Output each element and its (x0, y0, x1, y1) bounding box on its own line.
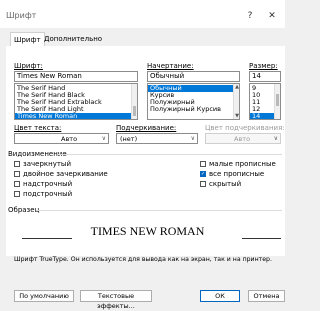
size-input[interactable]: 14 (249, 71, 281, 82)
size-label: Размер: (249, 62, 278, 70)
preview-box: TIMES NEW ROMAN (14, 217, 281, 247)
scroll-up-icon[interactable]: ▲ (234, 84, 239, 90)
tab-font-label: Шрифт (14, 36, 41, 44)
font-list-scroll-thumb[interactable] (133, 106, 136, 116)
hidden-label: скрытый (209, 180, 242, 188)
strikethrough-checkbox[interactable] (14, 161, 20, 167)
preview-text: TIMES NEW ROMAN (90, 224, 205, 238)
chevron-down-icon: ∨ (273, 135, 278, 142)
size-list[interactable]: 9 10 11 12 14 (249, 83, 281, 120)
preview-group-label: Образец (8, 206, 40, 214)
effects-divider (58, 154, 282, 155)
chevron-down-icon: ∨ (190, 135, 195, 142)
chevron-down-icon: ∨ (101, 135, 106, 142)
text-color-label: Цвет текста: (14, 124, 62, 132)
font-label: Шрифт: (14, 62, 43, 70)
set-default-button[interactable]: По умолчанию (14, 290, 74, 302)
style-label: Начертание: (147, 62, 194, 70)
underline-color-label: Цвет подчеркивания: (205, 124, 285, 132)
double-strikethrough-checkbox[interactable] (14, 171, 20, 177)
superscript-checkbox[interactable] (14, 181, 20, 187)
help-button[interactable]: ? (240, 8, 260, 24)
subscript-checkbox[interactable] (14, 191, 20, 197)
double-strikethrough-label: двойное зачеркивание (23, 170, 108, 178)
tab-font[interactable]: Шрифт (10, 32, 45, 47)
font-list-scrollbar[interactable] (131, 84, 137, 119)
font-list[interactable]: The Serif Hand The Serif Hand Black The … (14, 83, 138, 120)
underline-label: Подчеркивание: (116, 124, 177, 132)
size-list-scroll-thumb[interactable] (276, 94, 279, 106)
preview-note: Шрифт TrueType. Он используется для выво… (14, 256, 272, 263)
tab-advanced[interactable]: Дополнительно (44, 32, 102, 46)
style-list-item[interactable]: Полужирный Курсив (148, 106, 234, 113)
underline-color-dropdown: Авто ∨ (205, 133, 281, 144)
ok-button[interactable]: ОК (200, 290, 240, 302)
style-input[interactable]: Обычный (147, 71, 240, 82)
underline-value: (нет) (120, 135, 138, 143)
cancel-button[interactable]: Отмена (248, 290, 285, 302)
text-color-value: Авто (61, 135, 78, 143)
preview-divider (36, 210, 282, 211)
strikethrough-label: зачеркнутый (23, 160, 71, 168)
small-caps-checkbox[interactable] (200, 161, 206, 167)
style-list[interactable]: Обычный Курсив Полужирный Полужирный Кур… (147, 83, 240, 120)
window-title: Шрифт (6, 11, 37, 20)
text-effects-button[interactable]: Текстовые эффекты... (80, 290, 152, 310)
small-caps-label: малые прописные (209, 160, 276, 168)
subscript-label: подстрочный (23, 190, 73, 198)
font-name-input[interactable]: Times New Roman (14, 71, 138, 82)
superscript-label: надстрочный (23, 180, 73, 188)
style-list-scrollbar[interactable]: ▲ ▼ (233, 84, 239, 119)
underline-color-value: Авто (234, 135, 251, 143)
size-list-item-selected[interactable]: 14 (250, 113, 276, 119)
hidden-checkbox[interactable] (200, 181, 206, 187)
scroll-down-icon[interactable]: ▼ (234, 113, 239, 119)
close-button[interactable]: ✕ (262, 8, 282, 24)
text-color-dropdown[interactable]: Авто ∨ (14, 133, 109, 144)
check-icon: ✓ (201, 171, 206, 177)
tab-advanced-label: Дополнительно (44, 35, 103, 43)
all-caps-label: все прописные (209, 170, 265, 178)
font-list-item-selected[interactable]: Times New Roman (15, 113, 131, 119)
all-caps-checkbox[interactable]: ✓ (200, 171, 206, 177)
underline-dropdown[interactable]: (нет) ∨ (116, 133, 198, 144)
size-list-scrollbar[interactable] (274, 84, 280, 119)
